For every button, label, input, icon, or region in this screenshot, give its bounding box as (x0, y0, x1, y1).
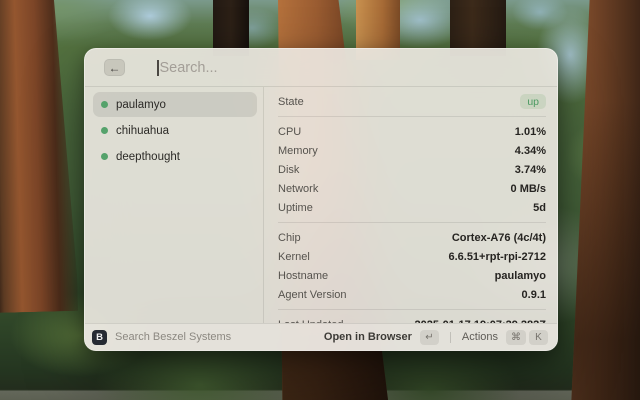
status-dot-icon (101, 101, 108, 108)
actions-button[interactable]: Actions (462, 331, 498, 343)
detail-value: 3.74% (514, 163, 546, 176)
detail-label: Network (278, 182, 319, 195)
detail-row: Disk 3.74% (278, 160, 546, 179)
detail-value: 0 MB/s (510, 182, 546, 195)
detail-row: Uptime 5d (278, 198, 546, 217)
server-name: chihuahua (116, 124, 170, 137)
server-list: paulamyo chihuahua deepthought (85, 87, 263, 323)
footer-app-label: Search Beszel Systems (115, 331, 232, 343)
detail-value: 0.9.1 (521, 288, 546, 301)
k-key-icon: K (529, 329, 548, 345)
back-button[interactable]: ← (104, 59, 125, 76)
status-dot-icon (101, 153, 108, 160)
detail-label: CPU (278, 125, 302, 138)
status-dot-icon (101, 127, 108, 134)
detail-label: Memory (278, 144, 318, 157)
detail-label: Hostname (278, 269, 329, 282)
return-key-icon: ↵ (419, 329, 439, 345)
back-arrow-icon: ← (108, 60, 121, 75)
detail-row: CPU 1.01% (278, 122, 546, 141)
open-in-browser-button[interactable]: Open in Browser (324, 331, 412, 343)
detail-label: Kernel (278, 250, 310, 263)
detail-label: Agent Version (278, 288, 347, 301)
detail-value: 4.34% (514, 144, 546, 157)
server-name: paulamyo (116, 98, 166, 111)
footer-bar: B Search Beszel Systems Open in Browser … (85, 323, 557, 350)
search-input[interactable] (158, 59, 543, 76)
search-bar: ← (85, 49, 557, 86)
detail-value: 5d (533, 201, 546, 214)
detail-value: paulamyo (494, 269, 546, 282)
detail-panel: State up CPU 1.01% Memory 4.34% Disk 3.7… (264, 87, 557, 323)
detail-label: Disk (278, 163, 300, 176)
tree-trunk (571, 0, 640, 400)
detail-row: Network 0 MB/s (278, 179, 546, 198)
launcher-window: ← paulamyo chihuahua deepthought State u… (84, 48, 558, 351)
server-list-item[interactable]: paulamyo (93, 92, 257, 117)
server-list-item[interactable]: deepthought (93, 144, 257, 169)
detail-row: Hostname paulamyo (278, 266, 546, 285)
command-key-icon: ⌘ (506, 329, 526, 345)
tree-trunk (0, 0, 78, 313)
detail-label: State (278, 95, 304, 108)
server-list-item[interactable]: chihuahua (93, 118, 257, 143)
shortcut-keys: ⌘ K (506, 329, 548, 345)
detail-label: Chip (278, 231, 301, 244)
detail-value: Cortex-A76 (4c/4t) (451, 231, 546, 244)
detail-row: Memory 4.34% (278, 141, 546, 160)
detail-value: 6.6.51+rpt-rpi-2712 (448, 250, 546, 263)
detail-value: 1.01% (514, 125, 546, 138)
detail-row: Chip Cortex-A76 (4c/4t) (278, 228, 546, 247)
footer-divider (449, 331, 451, 343)
server-name: deepthought (116, 150, 180, 163)
content-area: paulamyo chihuahua deepthought State up … (85, 87, 557, 323)
detail-row: State up (278, 92, 546, 111)
detail-row: Agent Version 0.9.1 (278, 285, 546, 304)
beszel-logo-icon: B (92, 329, 107, 345)
detail-row: Kernel 6.6.51+rpt-rpi-2712 (278, 247, 546, 266)
detail-row: Last Updated 2025-01-17 19:07:29.282Z (278, 315, 546, 324)
detail-value: up (520, 94, 546, 109)
detail-label: Uptime (278, 201, 313, 214)
